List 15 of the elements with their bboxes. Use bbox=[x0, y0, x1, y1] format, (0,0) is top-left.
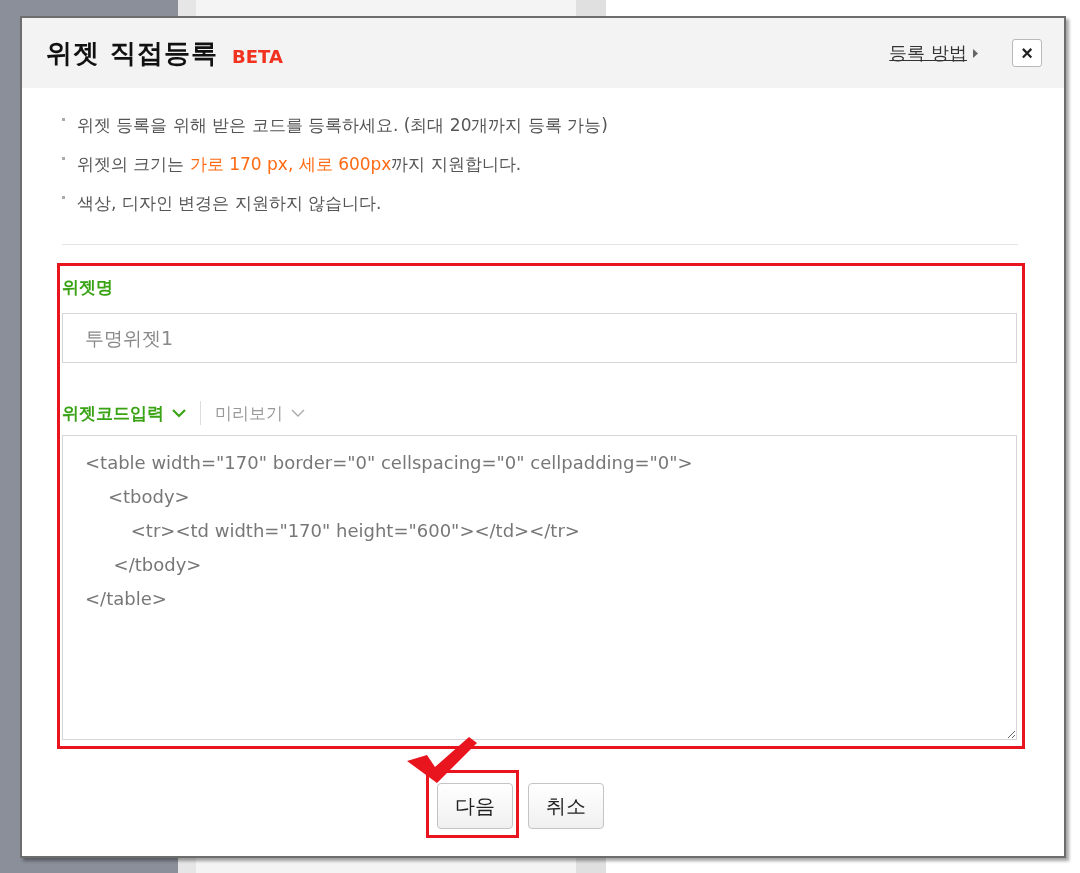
note-text: 위젯 등록을 위해 받은 코드를 등록하세요. (최대 20개까지 등록 가능) bbox=[77, 114, 608, 136]
code-input-field[interactable]: <table width="170" border="0" cellspacing="0" cellpadding="0"> <tbody> <tr><td width="170" height="600"></td></tr> </tbody> </table> bbox=[62, 435, 1017, 740]
note-text: 위젯의 크기는 가로 170 px, 세로 600px까지 지원합니다. bbox=[77, 153, 522, 175]
chevron-down-icon bbox=[291, 408, 305, 418]
field-label: 위젯명 bbox=[62, 276, 114, 299]
help-link[interactable]: 등록 방법 bbox=[889, 41, 978, 65]
next-button[interactable]: 다음 bbox=[437, 783, 513, 829]
chevron-down-icon bbox=[172, 408, 186, 418]
note-text: 색상, 디자인 변경은 지원하지 않습니다. bbox=[77, 192, 382, 214]
dialog-title: 위젯 직접등록 bbox=[46, 36, 219, 70]
widget-name-field[interactable]: 투명위젯1 bbox=[62, 313, 1017, 363]
cancel-button[interactable]: 취소 bbox=[528, 783, 604, 829]
caret-icon bbox=[973, 48, 978, 58]
beta-label: BETA bbox=[232, 45, 283, 67]
close-button[interactable]: × bbox=[1012, 39, 1042, 67]
